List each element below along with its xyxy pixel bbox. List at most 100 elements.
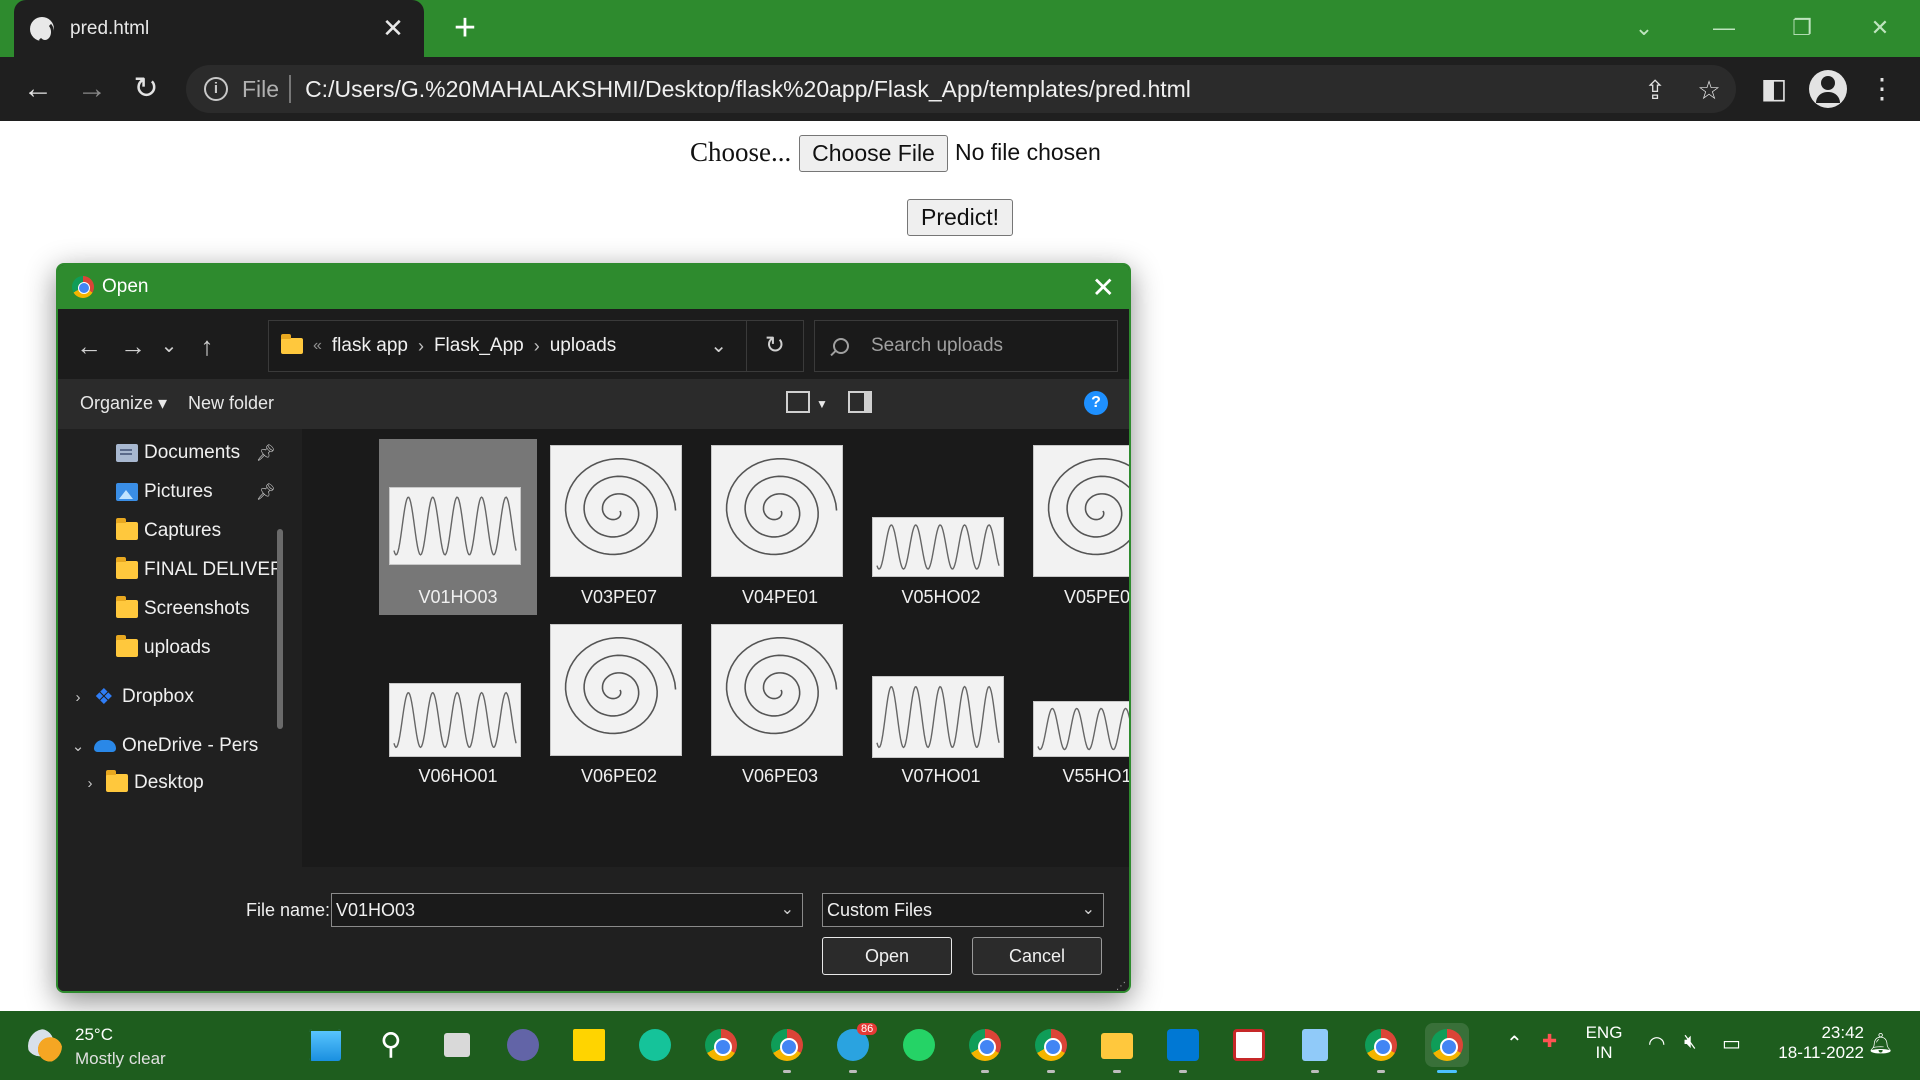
organize-button[interactable]: Organize ▾: [80, 393, 167, 414]
chevron-down-icon[interactable]: ⌄: [70, 737, 86, 755]
chevron-up-icon[interactable]: ⌃: [1506, 1031, 1523, 1056]
sidebar-item-desktop[interactable]: › Desktop: [58, 763, 290, 803]
view-options-icon[interactable]: [786, 391, 810, 413]
url-text[interactable]: C:/Users/G.%20MAHALAKSHMI/Desktop/flask%…: [305, 76, 1191, 103]
breadcrumb-item[interactable]: uploads: [550, 335, 617, 357]
browser-tab[interactable]: pred.html ✕: [14, 0, 424, 57]
weather-temperature[interactable]: 25°C: [75, 1025, 113, 1045]
predict-button[interactable]: Predict!: [907, 199, 1013, 236]
cancel-button[interactable]: Cancel: [972, 937, 1102, 975]
sidebar-item-final-deliver[interactable]: FINAL DELIVER: [58, 550, 290, 590]
wifi-icon[interactable]: ◠: [1648, 1031, 1665, 1056]
info-icon[interactable]: i: [204, 77, 228, 101]
up-icon[interactable]: ↑: [190, 329, 224, 363]
search-input[interactable]: [871, 335, 1111, 357]
file-item[interactable]: V03PE07: [540, 439, 698, 615]
chevron-down-icon[interactable]: ⌄: [1082, 894, 1095, 926]
breadcrumb-item[interactable]: Flask_App: [434, 335, 524, 357]
dialog-search-box[interactable]: [814, 320, 1118, 372]
chrome-profile-icon[interactable]: [963, 1023, 1007, 1073]
chevron-right-icon[interactable]: ›: [82, 775, 98, 792]
breadcrumb-item[interactable]: flask app: [332, 335, 408, 357]
profile-icon[interactable]: [1809, 70, 1847, 108]
refresh-icon[interactable]: ↻: [765, 331, 785, 360]
resize-grip-icon[interactable]: ⋰: [1116, 981, 1126, 991]
whatsapp-icon[interactable]: [897, 1023, 941, 1067]
forward-icon[interactable]: →: [70, 67, 114, 111]
sidebar-item-onedrive[interactable]: ⌄ OneDrive - Pers: [58, 726, 290, 766]
sidebar-item-pictures[interactable]: Pictures 📌︎: [58, 472, 290, 512]
search-icon[interactable]: ⚲: [369, 1023, 413, 1067]
file-item[interactable]: V06PE02: [540, 618, 698, 794]
weather-description[interactable]: Mostly clear: [75, 1049, 166, 1069]
file-item[interactable]: V01HO03: [379, 439, 537, 615]
back-icon[interactable]: ←: [16, 67, 60, 111]
help-icon[interactable]: ?: [1084, 391, 1108, 415]
minimize-icon[interactable]: —: [1694, 8, 1754, 48]
chrome-icon[interactable]: [1425, 1023, 1469, 1073]
teams-icon[interactable]: [501, 1023, 545, 1067]
tab-close-icon[interactable]: ✕: [378, 13, 408, 44]
sidebar-item-captures[interactable]: Captures: [58, 511, 290, 551]
chevron-right-icon[interactable]: ›: [70, 689, 86, 706]
notifications-icon[interactable]: 🔔︎: [1868, 1031, 1893, 1056]
open-button[interactable]: Open: [822, 937, 952, 975]
file-item[interactable]: V06HO01: [379, 618, 537, 794]
address-bar[interactable]: i File C:/Users/G.%20MAHALAKSHMI/Desktop…: [186, 65, 1736, 113]
file-explorer-icon[interactable]: [1095, 1023, 1139, 1073]
recent-locations-icon[interactable]: ⌄: [152, 329, 186, 363]
choose-file-button[interactable]: Choose File: [799, 135, 948, 172]
window-close-icon[interactable]: ✕: [1850, 8, 1910, 48]
file-name-field[interactable]: V01HO03 ⌄: [331, 893, 803, 927]
telegram-icon[interactable]: 86: [831, 1023, 878, 1073]
file-type-select[interactable]: Custom Files ⌄: [822, 893, 1104, 927]
file-item[interactable]: V05HO02: [862, 439, 1020, 615]
battery-icon[interactable]: ▭: [1722, 1031, 1741, 1056]
weather-icon[interactable]: [28, 1029, 62, 1063]
chrome-icon[interactable]: [699, 1023, 743, 1067]
sticky-notes-icon[interactable]: [567, 1023, 611, 1067]
chevron-down-icon[interactable]: ⌄: [710, 333, 727, 358]
chevron-down-icon[interactable]: ⌄: [781, 894, 794, 926]
chrome-profile-icon[interactable]: [765, 1023, 809, 1073]
sidebar-item-dropbox[interactable]: › Dropbox: [58, 677, 290, 717]
antivirus-icon[interactable]: ✚: [1542, 1031, 1557, 1052]
breadcrumb-overflow[interactable]: «: [313, 337, 322, 355]
file-item[interactable]: V06PE03: [701, 618, 859, 794]
dialog-address-bar[interactable]: « flask app › Flask_App › uploads ⌄ ↻: [268, 320, 804, 372]
back-icon[interactable]: ←: [72, 329, 106, 363]
file-item[interactable]: V55HO15: [1023, 618, 1129, 794]
restore-icon[interactable]: ❐: [1772, 8, 1832, 48]
chrome-profile-icon[interactable]: [1029, 1023, 1073, 1073]
preview-pane-icon[interactable]: [848, 391, 872, 413]
chrome-profile-icon[interactable]: [1359, 1023, 1403, 1073]
new-tab-button[interactable]: +: [445, 8, 485, 48]
dialog-close-icon[interactable]: ✕: [1092, 271, 1115, 304]
side-panel-icon[interactable]: ◧: [1752, 67, 1796, 111]
task-view-icon[interactable]: [435, 1023, 479, 1067]
vscode-icon[interactable]: [1161, 1023, 1205, 1073]
start-icon[interactable]: [303, 1023, 347, 1067]
new-folder-button[interactable]: New folder: [188, 393, 274, 414]
sidebar-scrollbar[interactable]: [277, 529, 283, 729]
file-item[interactable]: V07HO01: [862, 618, 1020, 794]
folder-icon: [116, 557, 138, 579]
star-icon[interactable]: ☆: [1694, 75, 1724, 105]
tab-search-icon[interactable]: ⌄: [1614, 8, 1674, 48]
sidebar-item-screenshots[interactable]: Screenshots: [58, 589, 290, 629]
wps-icon[interactable]: [1227, 1023, 1271, 1067]
chevron-down-icon[interactable]: ▼: [816, 397, 828, 411]
menu-icon[interactable]: ⋮: [1860, 67, 1904, 111]
file-item[interactable]: V05PE03: [1023, 439, 1129, 615]
grammarly-icon[interactable]: [633, 1023, 677, 1067]
clock[interactable]: 23:42 18-11-2022: [1764, 1023, 1864, 1063]
speaker-muted-icon[interactable]: 🔇︎: [1684, 1031, 1697, 1054]
file-item[interactable]: V04PE01: [701, 439, 859, 615]
share-icon[interactable]: ⇪: [1640, 75, 1670, 105]
sidebar-item-uploads[interactable]: uploads: [58, 628, 290, 668]
reload-icon[interactable]: ↻: [124, 67, 168, 111]
language-indicator[interactable]: ENG IN: [1584, 1023, 1624, 1063]
notepad-icon[interactable]: [1293, 1023, 1337, 1073]
sidebar-item-documents[interactable]: Documents 📌︎: [58, 433, 290, 473]
forward-icon[interactable]: →: [116, 329, 150, 363]
